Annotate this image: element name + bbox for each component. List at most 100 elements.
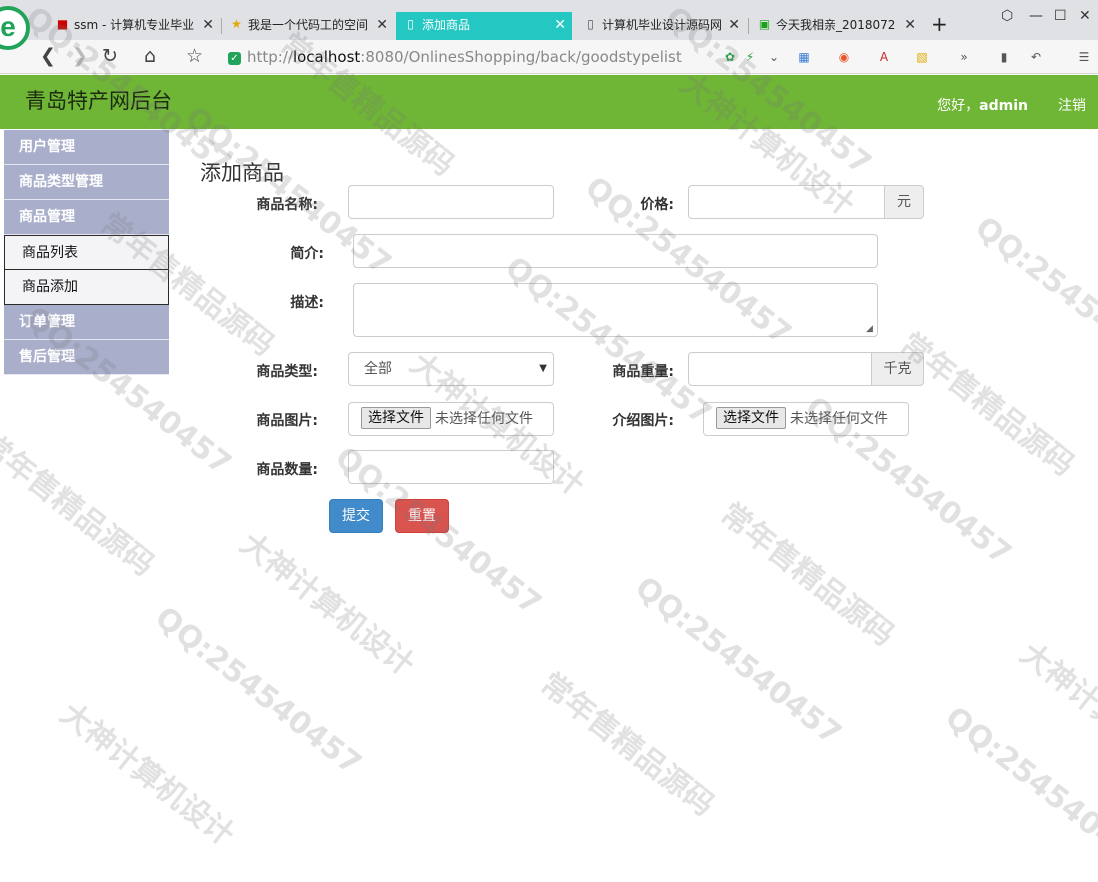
url-scheme: http://	[247, 48, 293, 66]
weight-label: 商品重量:	[612, 364, 674, 380]
goods-type-selected: 全部	[364, 361, 392, 377]
resize-grip-icon[interactable]: ◢	[866, 324, 873, 334]
reload-icon[interactable]: ↻	[102, 45, 118, 67]
tab-close-icon[interactable]: ✕	[904, 12, 916, 38]
screenshot-icon[interactable]: ▧	[914, 49, 930, 65]
flag-icon: ■	[56, 17, 69, 31]
username[interactable]: admin	[979, 98, 1028, 114]
tab-close-icon[interactable]: ✕	[554, 12, 566, 38]
browser-tab-3-active[interactable]: ▯ 添加商品 ✕	[396, 12, 572, 40]
price-label: 价格:	[640, 197, 674, 213]
app-header: 青岛特产网后台 您好，admin 注销	[0, 75, 1098, 129]
watermark-text: 大神计算机设计	[233, 526, 421, 684]
dropdown-icon[interactable]: ⌄	[766, 49, 782, 65]
intro-input[interactable]	[353, 234, 878, 268]
undo-icon[interactable]: ↶	[1028, 49, 1044, 65]
weight-input[interactable]	[688, 352, 872, 386]
menu-icon[interactable]: ☰	[1076, 49, 1092, 65]
price-input[interactable]	[688, 185, 885, 219]
brand-title: 青岛特产网后台	[25, 89, 172, 113]
description-label: 描述:	[290, 295, 324, 311]
tab-label: 今天我相亲_2018072	[776, 18, 896, 32]
logout-link[interactable]: 注销	[1058, 95, 1086, 115]
no-file-text: 未选择任何文件	[435, 411, 533, 427]
security-icon[interactable]: ◉	[836, 49, 852, 65]
home-icon[interactable]: ⌂	[144, 45, 156, 67]
greeting-text: 您好，	[937, 98, 980, 114]
skin-icon[interactable]: ⬡	[1001, 8, 1013, 24]
tab-label: ssm - 计算机专业毕业	[74, 18, 195, 32]
goods-type-select[interactable]: 全部 ▼	[348, 352, 554, 386]
tab-label: 计算机毕业设计源码网	[602, 18, 723, 32]
forward-icon[interactable]: ❯	[72, 45, 88, 67]
sidebar-subitem-goods-add[interactable]: 商品添加	[4, 270, 169, 305]
reader-icon[interactable]: ▮	[996, 49, 1012, 65]
goods-type-label: 商品类型:	[256, 364, 318, 380]
window-close-icon[interactable]: ✕	[1079, 8, 1091, 24]
sidebar-item-after-sales[interactable]: 售后管理	[4, 340, 169, 375]
tab-close-icon[interactable]: ✕	[728, 12, 740, 38]
browser-tab-4[interactable]: ▯ 计算机毕业设计源码网 ✕	[576, 12, 746, 40]
choose-file-button[interactable]: 选择文件	[716, 407, 786, 429]
browser-tab-2[interactable]: ★ 我是一个代码工的空间 ✕	[222, 12, 394, 40]
user-greeting: 您好，admin	[937, 95, 1028, 115]
intro-label: 简介:	[290, 246, 324, 262]
watermark-text: QQ:254540457	[628, 570, 848, 753]
select-arrow-icon: ▼	[539, 363, 547, 374]
watermark-text: QQ:254540457	[148, 600, 368, 783]
maximize-icon[interactable]: ☐	[1054, 8, 1067, 24]
submit-button[interactable]: 提交	[329, 499, 383, 533]
page-title: 添加商品	[200, 161, 284, 185]
watermark-text: 大神计算机设计	[1013, 636, 1098, 794]
security-shield-icon: ✓	[228, 52, 241, 65]
watermark-text: 常年售精品源码	[893, 326, 1081, 484]
new-tab-icon[interactable]: +	[931, 12, 948, 36]
back-icon[interactable]: ❮	[40, 45, 56, 67]
url-path: :8080/OnlinesShopping/back/goodstypelist	[360, 48, 682, 66]
goods-name-label: 商品名称:	[256, 197, 318, 213]
watermark-text: 常年售精品源码	[0, 426, 161, 584]
watermark-text: QQ:254540457	[938, 700, 1098, 882]
description-textarea[interactable]	[353, 283, 878, 337]
bookmark-star-icon[interactable]: ☆	[186, 45, 203, 67]
sidebar-item-goods-types[interactable]: 商品类型管理	[4, 165, 169, 200]
speed-icon[interactable]: ✿	[722, 49, 738, 65]
tab-label: 我是一个代码工的空间	[248, 18, 369, 32]
choose-file-button[interactable]: 选择文件	[361, 407, 431, 429]
apps-icon[interactable]: ▦	[796, 49, 812, 65]
intro-image-label: 介绍图片:	[612, 413, 674, 429]
tab-close-icon[interactable]: ✕	[202, 12, 214, 38]
sidebar-item-orders[interactable]: 订单管理	[4, 305, 169, 340]
url-field[interactable]: ✓ http://localhost:8080/OnlinesShopping/b…	[228, 45, 708, 69]
no-file-text: 未选择任何文件	[790, 411, 888, 427]
goods-image-file-input[interactable]: 选择文件 未选择任何文件	[348, 402, 554, 436]
quantity-input[interactable]	[348, 450, 554, 484]
minimize-icon[interactable]: —	[1029, 8, 1043, 24]
tab-label: 添加商品	[422, 18, 471, 32]
sidebar-subitem-goods-list[interactable]: 商品列表	[4, 235, 169, 270]
lightning-icon[interactable]: ⚡	[742, 49, 758, 65]
price-unit: 元	[884, 185, 924, 219]
sidebar-item-goods[interactable]: 商品管理	[4, 200, 169, 235]
weight-unit: 千克	[871, 352, 924, 386]
page-icon: ▯	[587, 17, 594, 31]
intro-image-file-input[interactable]: 选择文件 未选择任何文件	[703, 402, 909, 436]
reset-button[interactable]: 重置	[395, 499, 449, 533]
browser-address-bar: ❮ ❯ ↻ ⌂ ☆ ✓ http://localhost:8080/Onlines…	[0, 40, 1098, 74]
star-icon: ★	[231, 17, 242, 31]
goods-name-input[interactable]	[348, 185, 554, 219]
sidebar-item-users[interactable]: 用户管理	[4, 130, 169, 165]
tab-close-icon[interactable]: ✕	[376, 12, 388, 38]
browser-tab-5[interactable]: ▣ 今天我相亲_2018072 ✕	[750, 12, 922, 40]
watermark-text: 常年售精品源码	[533, 666, 721, 824]
browser-tab-1[interactable]: ■ ssm - 计算机专业毕业 ✕	[48, 12, 220, 40]
goods-image-label: 商品图片:	[256, 413, 318, 429]
page-icon: ▯	[407, 17, 414, 31]
more-extensions-icon[interactable]: »	[956, 49, 972, 65]
quantity-label: 商品数量:	[256, 462, 318, 478]
sidebar: 用户管理 商品类型管理 商品管理 商品列表 商品添加 订单管理 售后管理	[4, 130, 169, 375]
watermark-text: QQ:254540457	[968, 210, 1098, 393]
watermark-text: 大神计算机设计	[53, 696, 241, 854]
iqiyi-icon: ▣	[758, 17, 771, 31]
translate-icon[interactable]: A	[876, 49, 892, 65]
